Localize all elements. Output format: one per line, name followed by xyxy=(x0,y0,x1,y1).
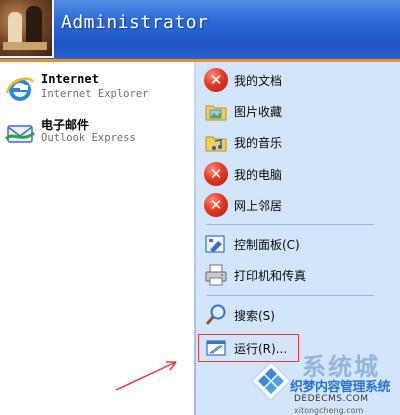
menu-separator xyxy=(206,224,374,225)
menu-item-my-music[interactable]: 我的音乐 xyxy=(204,128,394,156)
printer-icon xyxy=(205,264,227,286)
menu-item-my-computer[interactable]: ✕ 我的电脑 xyxy=(204,160,394,188)
error-x-icon: ✕ xyxy=(204,193,228,217)
menu-item-network-places[interactable]: ✕ 网上邻居 xyxy=(204,191,394,219)
menu-label: 我的音乐 xyxy=(234,136,283,150)
error-x-icon: ✕ xyxy=(204,68,228,92)
menu-label: 打印机和传真 xyxy=(234,269,307,283)
user-name: Administrator xyxy=(61,12,209,33)
pinned-subtitle: Internet Explorer xyxy=(41,88,149,100)
menu-separator xyxy=(206,295,374,296)
watermark-domain: xitongcheng.com xyxy=(294,406,364,415)
menu-label: 图片收藏 xyxy=(234,105,283,119)
pinned-title: 电子邮件 xyxy=(41,118,90,132)
menu-item-control-panel[interactable]: 控制面板(C) xyxy=(204,230,394,258)
error-x-icon: ✕ xyxy=(204,162,228,186)
user-avatar[interactable] xyxy=(0,0,54,58)
menu-label: 网上邻居 xyxy=(234,199,283,213)
pinned-subtitle: Outlook Express xyxy=(41,132,136,144)
pinned-item-email[interactable]: 电子邮件 Outlook Express xyxy=(4,114,189,152)
watermark-url: DEDECMS.COM xyxy=(294,394,369,404)
pinned-title: Internet xyxy=(41,72,99,86)
watermark: 系统城 织梦内容管理系统 DEDECMS.COM xitongcheng.com xyxy=(240,350,400,415)
menu-label: 搜索(S) xyxy=(234,309,275,323)
menu-item-printers[interactable]: 打印机和传真 xyxy=(204,261,394,289)
ie-icon xyxy=(5,77,35,101)
windows-logo-icon xyxy=(251,361,291,401)
menu-label: 控制面板(C) xyxy=(234,238,300,252)
folder-pictures-icon xyxy=(205,105,227,121)
menu-item-my-documents[interactable]: ✕ 我的文档 xyxy=(204,66,394,94)
menu-label: 我的电脑 xyxy=(234,168,283,182)
menu-label: 我的文档 xyxy=(234,74,283,88)
folder-music-icon xyxy=(205,136,227,152)
menu-item-search[interactable]: 搜索(S) xyxy=(204,301,394,329)
start-menu-header: Administrator xyxy=(0,0,400,62)
watermark-brand-cn: 织梦内容管理系统 xyxy=(290,380,391,395)
menu-item-my-pictures[interactable]: 图片收藏 xyxy=(204,97,394,125)
pinned-item-internet[interactable]: Internet Internet Explorer xyxy=(4,70,189,108)
annotation-arrow xyxy=(115,361,177,391)
outlook-icon xyxy=(4,125,35,143)
search-icon xyxy=(205,304,226,325)
control-panel-icon xyxy=(205,235,225,253)
